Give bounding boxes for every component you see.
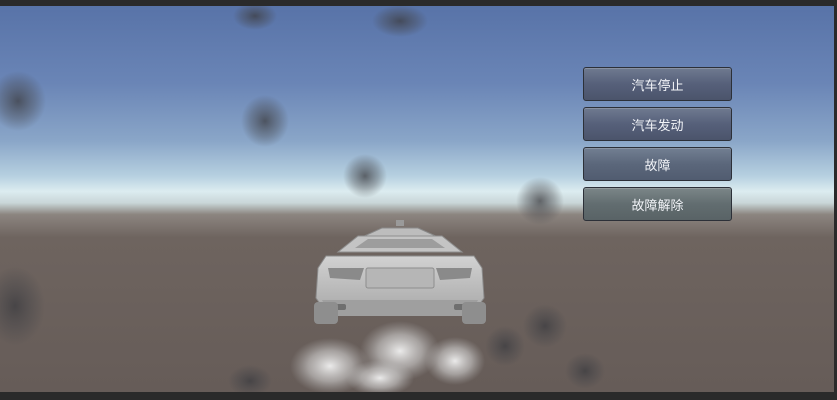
editor-bottom-bar (0, 392, 837, 400)
fault-clear-button[interactable]: 故障解除 (583, 187, 732, 221)
car-start-button[interactable]: 汽车发动 (583, 107, 732, 141)
car-control-panel: 汽车停止 汽车发动 故障 故障解除 (583, 67, 732, 227)
car-model (314, 220, 486, 324)
fault-button[interactable]: 故障 (583, 147, 732, 181)
smoke-particles (0, 6, 605, 392)
game-viewport[interactable]: 汽车停止 汽车发动 故障 故障解除 (0, 6, 837, 392)
car-stop-button[interactable]: 汽车停止 (583, 67, 732, 101)
exhaust-smoke (290, 321, 485, 392)
